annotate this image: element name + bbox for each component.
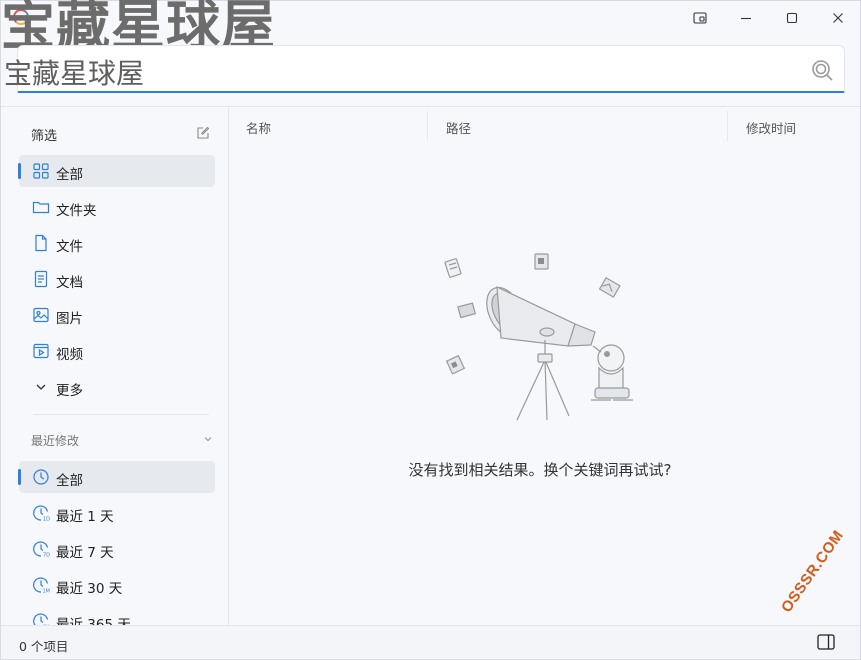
item-count: 0 个项目 — [19, 639, 69, 654]
recent-item-1d[interactable]: 1D 最近 1 天 — [19, 497, 215, 529]
clock-7d-icon: 7D — [33, 541, 50, 559]
recent-item-label: 最近 7 天 — [56, 545, 114, 561]
status-bar: 0 个项目 — [1, 625, 860, 659]
astronaut — [591, 344, 633, 401]
sidebar-divider — [33, 414, 209, 415]
maximize-button[interactable] — [769, 1, 815, 35]
recent-section-title: 最近修改 — [31, 434, 80, 448]
telescope — [486, 286, 596, 421]
preview-panel-toggle-icon[interactable] — [817, 634, 835, 650]
filter-item-label: 视频 — [56, 347, 83, 363]
clock-icon — [33, 469, 49, 485]
results-panel: 名称 路径 修改时间 没有找到相关结果。换个关键词再试试? — [230, 107, 860, 625]
file-icon — [35, 234, 47, 252]
sidebar: 筛选 全部 文件夹 文件 文档 图片 视频 更多 最近修改 全部 1D 最近 1… — [1, 107, 229, 625]
maximize-icon — [786, 12, 798, 24]
empty-state-message: 没有找到相关结果。换个关键词再试试? — [408, 461, 672, 479]
filter-item-label: 文件 — [56, 239, 83, 255]
column-header-modified[interactable]: 修改时间 — [746, 118, 796, 137]
clock-1m-icon: 1M — [33, 577, 51, 595]
close-icon — [833, 13, 843, 23]
filter-item-label: 文档 — [56, 275, 83, 291]
svg-text:1M: 1M — [43, 589, 51, 595]
image-icon — [33, 307, 49, 323]
svg-text:7D: 7D — [43, 553, 50, 559]
recent-item-365d[interactable]: 1Y 最近 365 天 — [19, 605, 215, 625]
minimize-button[interactable] — [723, 1, 769, 35]
edit-icon[interactable] — [196, 126, 210, 140]
column-header-path[interactable]: 路径 — [446, 118, 471, 137]
search-icon[interactable] — [810, 58, 834, 82]
column-header-name[interactable]: 名称 — [246, 118, 271, 137]
clock-1d-icon: 1D — [33, 505, 50, 523]
filter-item-video[interactable]: 视频 — [19, 335, 215, 367]
filter-item-label: 全部 — [56, 167, 83, 183]
filter-item-label: 文件夹 — [56, 203, 97, 219]
app-window: 宝藏星球屋 宝藏星球屋 筛选 全部 文件夹 文件 文档 图片 视频 更多 最近修… — [0, 0, 861, 660]
minimize-icon — [741, 17, 751, 20]
filter-item-file[interactable]: 文件 — [19, 227, 215, 259]
chevron-down-icon[interactable] — [202, 433, 214, 445]
recent-item-all[interactable]: 全部 — [18, 461, 215, 493]
recent-item-label: 最近 1 天 — [56, 509, 114, 525]
close-button[interactable] — [815, 1, 861, 35]
filter-item-label: 图片 — [56, 311, 83, 327]
recent-item-label: 最近 365 天 — [56, 617, 131, 625]
search-input[interactable]: 宝藏星球屋 — [4, 52, 144, 92]
filter-item-document[interactable]: 文档 — [19, 263, 215, 295]
filter-section-title: 筛选 — [31, 129, 58, 144]
filter-item-image[interactable]: 图片 — [19, 299, 215, 331]
filter-item-label: 更多 — [56, 383, 83, 399]
floating-document-icon — [444, 258, 462, 278]
folder-icon — [32, 201, 50, 214]
floating-document-icon — [445, 354, 466, 375]
video-icon — [33, 343, 49, 359]
search-box[interactable]: 宝藏星球屋 — [4, 45, 845, 93]
telescope-illustration — [444, 253, 633, 421]
title-bar[interactable]: 宝藏星球屋 — [1, 0, 861, 57]
floating-document-icon — [534, 253, 549, 270]
column-divider[interactable] — [427, 111, 428, 141]
filter-item-folder[interactable]: 文件夹 — [19, 191, 215, 223]
recent-item-30d[interactable]: 1M 最近 30 天 — [19, 569, 215, 601]
clock-1y-icon: 1Y — [33, 613, 50, 625]
snap-icon — [693, 12, 707, 24]
recent-item-7d[interactable]: 7D 最近 7 天 — [19, 533, 215, 565]
floating-image-icon — [598, 276, 621, 298]
floating-document-icon — [457, 302, 477, 319]
snap-button[interactable] — [677, 1, 723, 35]
filter-item-all[interactable]: 全部 — [18, 155, 215, 187]
filter-item-more[interactable]: 更多 — [19, 371, 215, 403]
chevron-down-icon — [36, 384, 46, 390]
recent-item-label: 最近 30 天 — [56, 581, 123, 597]
app-logo-icon — [13, 9, 29, 25]
grid-icon — [33, 163, 49, 179]
document-icon — [34, 270, 48, 288]
recent-item-label: 全部 — [56, 473, 83, 489]
column-divider[interactable] — [727, 111, 728, 141]
svg-text:1D: 1D — [43, 517, 50, 523]
